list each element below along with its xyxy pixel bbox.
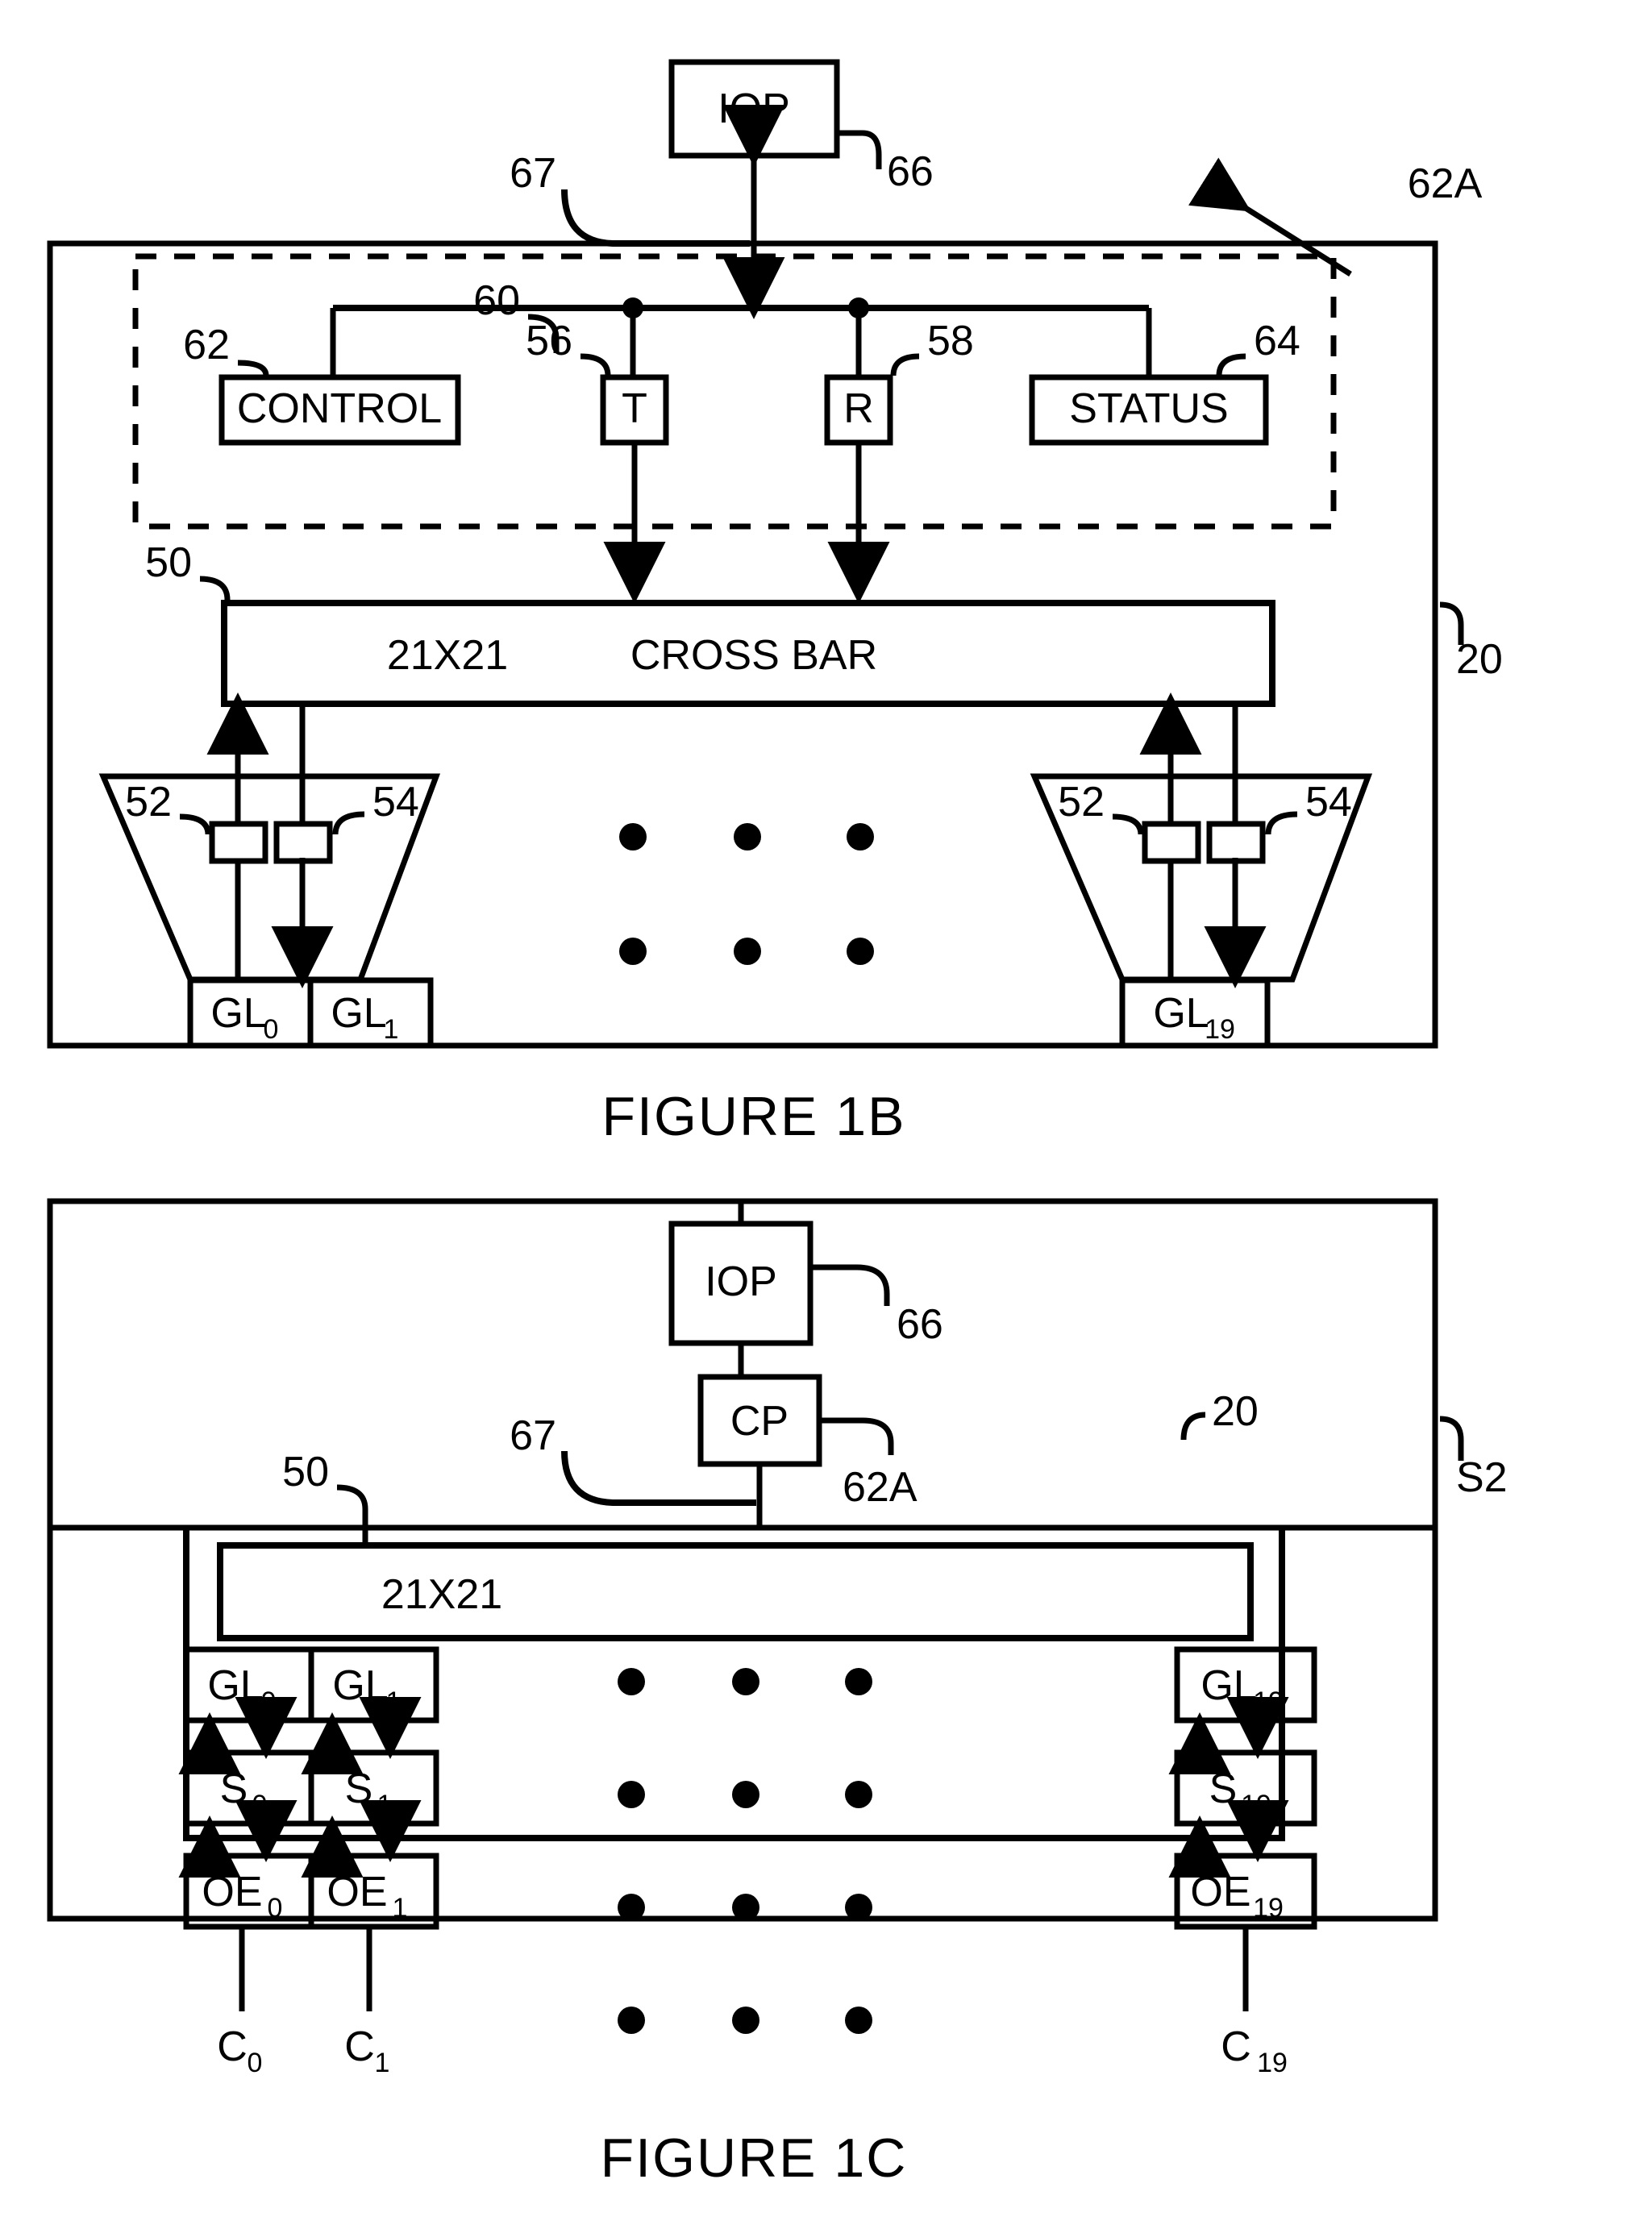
s1-label: S xyxy=(345,1765,373,1812)
status-block[interactable]: STATUS xyxy=(1029,374,1269,446)
status-label: STATUS xyxy=(1069,385,1228,432)
iop-label: IOP xyxy=(718,85,790,132)
gl0-subscript: 0 xyxy=(264,1014,279,1045)
gl0-label-1c: GL xyxy=(207,1662,263,1709)
gl19-subscript: 19 xyxy=(1205,1014,1235,1045)
c0-label: C xyxy=(217,2023,248,2070)
crossbar-block-1c[interactable]: 21X21 xyxy=(217,1542,1254,1641)
c1-subscript: 1 xyxy=(375,2048,390,2078)
s0-subscript: 0 xyxy=(252,1790,268,1820)
c19-subscript: 19 xyxy=(1257,2048,1288,2078)
ref-S2-1c: S2 xyxy=(1456,1454,1508,1501)
s1-block[interactable] xyxy=(308,1749,439,1827)
cp-label: CP xyxy=(730,1398,789,1445)
oe0-subscript: 0 xyxy=(268,1893,283,1923)
latch-54-right[interactable] xyxy=(1206,821,1266,864)
oe19-label: OE xyxy=(1190,1869,1250,1915)
transmit-label: T xyxy=(622,385,647,432)
ref-64-1b: 64 xyxy=(1254,318,1300,364)
figure-1b-caption: FIGURE 1B xyxy=(602,1086,906,1147)
c0-subscript: 0 xyxy=(248,2048,263,2078)
gl19-label: GL xyxy=(1153,990,1209,1037)
ellipsis-dots-1c xyxy=(618,1668,872,2034)
s1-subscript: 1 xyxy=(377,1790,393,1820)
ref-62A-1c: 62A xyxy=(843,1464,918,1511)
gl1-subscript-1c: 1 xyxy=(386,1686,402,1717)
ref-54-left: 54 xyxy=(372,779,419,826)
gl0-label: GL xyxy=(210,990,266,1037)
ref-60-1b: 60 xyxy=(473,277,520,324)
s0-block[interactable] xyxy=(183,1749,314,1827)
ref-67-1b: 67 xyxy=(510,150,556,197)
column-0-1c: GL 0 S 0 OE 0 C 0 xyxy=(178,1646,314,2078)
iop-block-1c[interactable]: IOP xyxy=(668,1221,814,1346)
s19-subscript: 19 xyxy=(1241,1790,1271,1820)
latch-54-left[interactable] xyxy=(273,821,333,864)
ref-50-1c: 50 xyxy=(282,1449,329,1495)
receive-label: R xyxy=(843,385,874,432)
ref-66-1b: 66 xyxy=(887,148,934,195)
crossbar-size-label-1c: 21X21 xyxy=(381,1571,502,1618)
figure-1c: S2 IOP 66 CP 62A 67 20 21X21 50 GL 0 S 0… xyxy=(47,1198,1508,2189)
transmit-block[interactable]: T xyxy=(600,374,669,446)
oe19-subscript: 19 xyxy=(1253,1893,1284,1923)
ref-20-1c: 20 xyxy=(1212,1388,1259,1435)
s0-label: S xyxy=(220,1765,248,1812)
funnel-right-1b: 52 54 GL 19 xyxy=(1030,692,1373,1049)
oe1-label: OE xyxy=(327,1869,387,1915)
crossbar-block-1b[interactable]: 21X21 CROSS BAR xyxy=(221,600,1275,707)
figure-1c-caption: FIGURE 1C xyxy=(601,2127,908,2189)
ref-20-1b: 20 xyxy=(1456,636,1503,683)
gl1-label-1c: GL xyxy=(332,1662,388,1709)
ref-67-1c: 67 xyxy=(510,1412,556,1459)
ref-66-1c: 66 xyxy=(897,1301,943,1348)
c19-label: C xyxy=(1221,2023,1251,2070)
ref-52-right: 52 xyxy=(1058,779,1105,826)
gl0-subscript-1c: 0 xyxy=(261,1686,277,1717)
c1-label: C xyxy=(344,2023,375,2070)
gl19-label-1c: GL xyxy=(1201,1662,1256,1709)
gl19-subscript-1c: 19 xyxy=(1253,1686,1284,1717)
control-label: CONTROL xyxy=(237,385,442,432)
figure-1b: IOP 66 67 20 62A 60 CONTROL 62 T 56 R 58… xyxy=(47,59,1503,1147)
s19-label: S xyxy=(1209,1765,1238,1812)
receive-block[interactable]: R xyxy=(824,374,893,446)
ref-56-1b: 56 xyxy=(526,318,572,364)
latch-52-right[interactable] xyxy=(1142,821,1201,864)
ref-58-1b: 58 xyxy=(927,318,974,364)
ref-50-1b: 50 xyxy=(145,539,192,586)
cp-block[interactable]: CP xyxy=(697,1374,822,1467)
oe1-subscript: 1 xyxy=(393,1893,408,1923)
ref-52-left: 52 xyxy=(125,779,172,826)
iop-label-1c: IOP xyxy=(705,1258,777,1305)
gl1-label: GL xyxy=(331,990,386,1037)
gl1-subscript: 1 xyxy=(384,1014,399,1045)
crossbar-size-label: 21X21 xyxy=(387,632,508,679)
ref-62-1b: 62 xyxy=(183,322,230,368)
latch-52-left[interactable] xyxy=(209,821,268,864)
column-1-1c: GL 1 S 1 OE 1 C 1 xyxy=(301,1646,439,2078)
oe0-label: OE xyxy=(202,1869,262,1915)
funnel-left-1b: 52 54 GL 0 GL 1 xyxy=(98,692,441,1049)
control-block[interactable]: CONTROL xyxy=(218,374,461,446)
ref-62A-1b: 62A xyxy=(1408,160,1483,207)
patent-drawing-canvas: IOP 66 67 20 62A 60 CONTROL 62 T 56 R 58… xyxy=(0,0,1652,2225)
iop-block-1b[interactable]: IOP xyxy=(668,59,840,159)
ellipsis-dots-1b xyxy=(619,823,874,965)
ref-54-right: 54 xyxy=(1305,779,1352,826)
column-19-1c: GL 19 S 19 OE 19 C 19 xyxy=(1168,1646,1317,2078)
crossbar-name-label: CROSS BAR xyxy=(630,632,877,679)
